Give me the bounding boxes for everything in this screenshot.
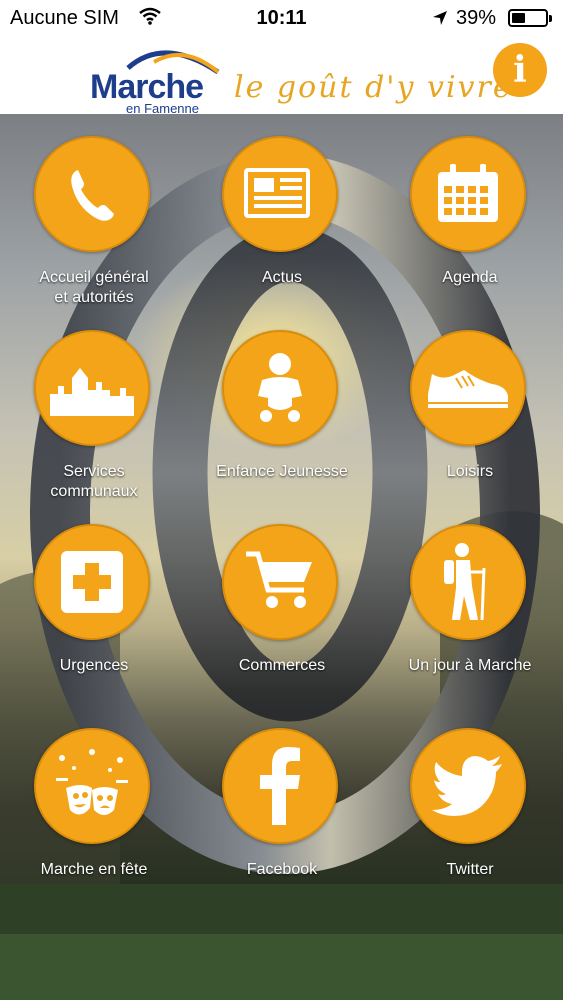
battery-percent: 39% bbox=[456, 7, 497, 29]
battery-icon bbox=[508, 9, 552, 27]
tile-label: Actus bbox=[261, 269, 302, 286]
tile-actus[interactable]: Actus bbox=[188, 118, 376, 318]
first-aid-icon bbox=[34, 524, 150, 640]
app-logo: Marche en Famenne bbox=[88, 40, 223, 116]
tile-facebook[interactable]: Facebook bbox=[188, 710, 376, 910]
tile-services-communaux[interactable]: Services communaux bbox=[0, 312, 188, 512]
newspaper-icon bbox=[222, 136, 338, 252]
tile-label: Facebook bbox=[246, 861, 318, 878]
hiker-icon bbox=[410, 524, 526, 640]
tile-commerces[interactable]: Commerces bbox=[188, 506, 376, 706]
theater-masks-icon bbox=[34, 728, 150, 844]
tile-label: Un jour à Marche bbox=[408, 657, 532, 674]
baby-icon bbox=[222, 330, 338, 446]
town-skyline-icon bbox=[34, 330, 150, 446]
tile-urgences[interactable]: Urgences bbox=[0, 506, 188, 706]
tile-label: Agenda bbox=[442, 269, 498, 286]
tagline: le goût d'y vivre bbox=[234, 70, 513, 105]
tile-label: Enfance Jeunesse bbox=[216, 463, 348, 480]
twitter-bird-icon bbox=[410, 728, 526, 844]
tile-agenda[interactable]: Agenda bbox=[376, 118, 563, 318]
calendar-icon bbox=[410, 136, 526, 252]
tile-marche-en-fete[interactable]: Marche en fête bbox=[0, 710, 188, 910]
tile-accueil[interactable]: Accueil général et autorités bbox=[0, 118, 188, 318]
status-bar: Aucune SIM 10:11 39% bbox=[0, 0, 563, 36]
tile-twitter[interactable]: Twitter bbox=[376, 710, 563, 910]
facebook-icon bbox=[222, 728, 338, 844]
tile-label: Loisirs bbox=[446, 463, 494, 480]
tile-loisirs[interactable]: Loisirs bbox=[376, 312, 563, 512]
tile-enfance-jeunesse[interactable]: Enfance Jeunesse bbox=[188, 312, 376, 512]
info-button[interactable]: i bbox=[493, 43, 547, 97]
tile-label: Commerces bbox=[238, 657, 326, 674]
location-arrow-icon bbox=[432, 9, 448, 32]
tile-un-jour-a-marche[interactable]: Un jour à Marche bbox=[376, 506, 563, 706]
tile-label: Twitter bbox=[446, 861, 494, 878]
tile-label: Marche en fête bbox=[40, 861, 148, 878]
tile-label: Accueil général et autorités bbox=[39, 269, 149, 306]
shopping-cart-icon bbox=[222, 524, 338, 640]
app-header: Marche en Famenne le goût d'y vivre i bbox=[0, 36, 563, 116]
tile-label: Services communaux bbox=[50, 463, 138, 500]
phone-icon bbox=[34, 136, 150, 252]
sneaker-icon bbox=[410, 330, 526, 446]
tile-label: Urgences bbox=[59, 657, 129, 674]
